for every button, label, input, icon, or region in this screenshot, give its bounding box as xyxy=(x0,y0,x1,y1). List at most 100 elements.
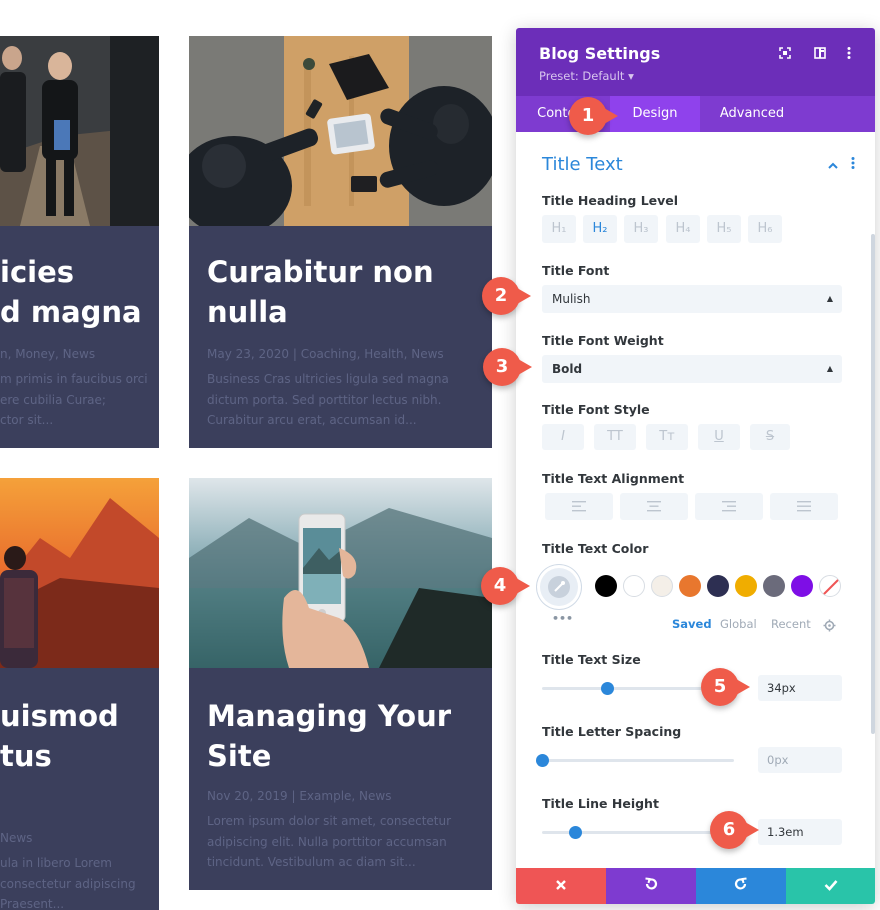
preset-dropdown[interactable]: Preset: Default ▾ xyxy=(539,69,634,83)
focus-icon[interactable] xyxy=(779,47,791,62)
swatch-gray[interactable] xyxy=(763,575,785,597)
excerpt-line: ctor sit... xyxy=(0,413,54,427)
card-image-meeting-table xyxy=(189,36,492,226)
font-weight-value: Bold xyxy=(552,362,583,376)
uppercase-button[interactable]: TT xyxy=(594,424,636,450)
align-left-button[interactable] xyxy=(545,493,613,520)
redo-icon xyxy=(734,877,747,890)
more-vertical-icon[interactable] xyxy=(847,47,851,62)
select-arrows-icon: ▲ xyxy=(826,294,833,303)
section-title-text[interactable]: Title Text xyxy=(542,154,623,175)
style-glyph: I xyxy=(561,429,565,444)
heading-h4-button[interactable]: H₄ xyxy=(666,215,700,243)
font-style-label: Title Font Style xyxy=(542,402,650,417)
redo-button[interactable] xyxy=(696,868,786,904)
card-title[interactable]: Managing Your Site xyxy=(207,696,451,776)
no-color-icon[interactable] xyxy=(819,575,841,597)
letter-spacing-slider-knob[interactable] xyxy=(536,754,549,767)
excerpt-line: Lorem ipsum dolor sit amet, consectetur xyxy=(207,814,452,828)
card-meta: News xyxy=(0,831,33,845)
capitalize-button[interactable]: Tт xyxy=(646,424,688,450)
line-height-slider-knob[interactable] xyxy=(568,826,582,839)
swatch-cream[interactable] xyxy=(651,575,673,597)
card-title[interactable]: uismod tus xyxy=(0,696,119,776)
blog-card-4[interactable]: Managing Your Site Nov 20, 2019 | Exampl… xyxy=(189,478,492,890)
excerpt-line: adipiscing elit. Nulla porttitor accumsa… xyxy=(207,834,447,849)
swatch-navy[interactable] xyxy=(707,575,729,597)
heading-h3-button[interactable]: H₃ xyxy=(624,215,658,243)
blog-card-3[interactable]: uismod tus News ula in libero Lorem cons… xyxy=(0,478,159,910)
font-label: Title Font xyxy=(542,263,610,278)
card-title-line: icies xyxy=(0,255,75,289)
heading-level-label: Title Heading Level xyxy=(542,193,679,208)
panel-scrollbar[interactable] xyxy=(871,234,875,734)
font-weight-select[interactable]: Bold ▲ xyxy=(542,355,842,383)
text-size-slider-knob[interactable] xyxy=(601,682,615,695)
tab-label: Design xyxy=(632,106,678,121)
swatch-orange[interactable] xyxy=(679,575,701,597)
card-title-line: Curabitur non xyxy=(207,255,434,289)
color-label: Title Text Color xyxy=(542,541,649,556)
color-tab-recent[interactable]: Recent xyxy=(771,617,811,631)
underline-button[interactable]: U xyxy=(698,424,740,450)
tab-advanced[interactable]: Advanced xyxy=(700,96,804,132)
align-right-icon xyxy=(722,501,736,512)
heading-h2-button[interactable]: H₂ xyxy=(583,215,617,243)
swatch-black[interactable] xyxy=(595,575,617,597)
text-size-input[interactable]: 34px xyxy=(758,675,842,701)
heading-h6-button[interactable]: H₆ xyxy=(748,215,782,243)
step-badge-1: 1 xyxy=(569,97,618,135)
style-glyph: S xyxy=(765,429,775,444)
letter-spacing-label: Title Letter Spacing xyxy=(542,724,682,739)
card-title[interactable]: icies d magna xyxy=(0,252,142,332)
card-excerpt: Lorem ipsum dolor sit amet, consectetur … xyxy=(207,811,451,873)
heading-h1-button[interactable]: H₁ xyxy=(542,215,576,243)
cancel-button[interactable] xyxy=(516,868,606,904)
card-meta: n, Money, News xyxy=(0,347,96,361)
card-image-phone-landscape xyxy=(189,478,492,668)
align-center-button[interactable] xyxy=(620,493,688,520)
swatch-white[interactable] xyxy=(623,575,645,597)
align-justify-button[interactable] xyxy=(770,493,838,520)
card-excerpt: ula in libero Lorem consectetur adipisci… xyxy=(0,853,136,910)
letter-spacing-input[interactable]: 0px xyxy=(758,747,842,773)
more-colors-icon[interactable]: ••• xyxy=(552,612,573,625)
color-tab-saved[interactable]: Saved xyxy=(672,617,712,631)
gear-icon[interactable] xyxy=(823,617,836,636)
card-title-line: Managing Your xyxy=(207,699,452,733)
card-excerpt: Business Cras ultricies ligula sed magna… xyxy=(207,369,449,431)
card-excerpt: m primis in faucibus orci ere cubilia Cu… xyxy=(0,369,148,431)
letter-spacing-slider[interactable] xyxy=(542,759,734,762)
card-title-line: nulla xyxy=(207,295,288,329)
heading-h5-button[interactable]: H₅ xyxy=(707,215,741,243)
chevron-up-icon[interactable] xyxy=(828,157,838,173)
close-icon xyxy=(556,880,566,890)
font-weight-label: Title Font Weight xyxy=(542,333,664,348)
section-more-icon[interactable] xyxy=(851,157,855,173)
save-button[interactable] xyxy=(786,868,875,904)
strikethrough-button[interactable]: S xyxy=(750,424,790,450)
italic-button[interactable]: I xyxy=(542,424,584,450)
step-badge-2: 2 xyxy=(482,277,531,315)
swatch-amber[interactable] xyxy=(735,575,757,597)
style-glyph: Tт xyxy=(659,429,675,444)
excerpt-line: dictum porta. Sed porttitor lectus nibh. xyxy=(207,392,442,407)
undo-button[interactable] xyxy=(606,868,696,904)
line-height-input[interactable]: 1.3em xyxy=(758,819,842,845)
split-view-icon[interactable] xyxy=(814,47,826,62)
excerpt-line: Curabitur arcu erat, accumsan id... xyxy=(207,413,417,427)
step-badge-6: 6 xyxy=(710,811,759,849)
tab-design[interactable]: Design xyxy=(610,96,700,132)
font-select[interactable]: Mulish ▲ xyxy=(542,285,842,313)
blog-card-1[interactable]: icies d magna n, Money, News m primis in… xyxy=(0,36,159,448)
align-right-button[interactable] xyxy=(695,493,763,520)
step-badge-3: 3 xyxy=(483,348,532,386)
swatch-purple[interactable] xyxy=(791,575,813,597)
card-title[interactable]: Curabitur non nulla xyxy=(207,252,434,332)
card-meta: Nov 20, 2019 | Example, News xyxy=(207,789,392,803)
text-size-label: Title Text Size xyxy=(542,652,641,667)
color-tab-global[interactable]: Global xyxy=(720,617,757,631)
card-title-line: Site xyxy=(207,739,272,773)
blog-card-2[interactable]: Curabitur non nulla May 23, 2020 | Coach… xyxy=(189,36,492,448)
color-picker[interactable] xyxy=(540,568,578,606)
